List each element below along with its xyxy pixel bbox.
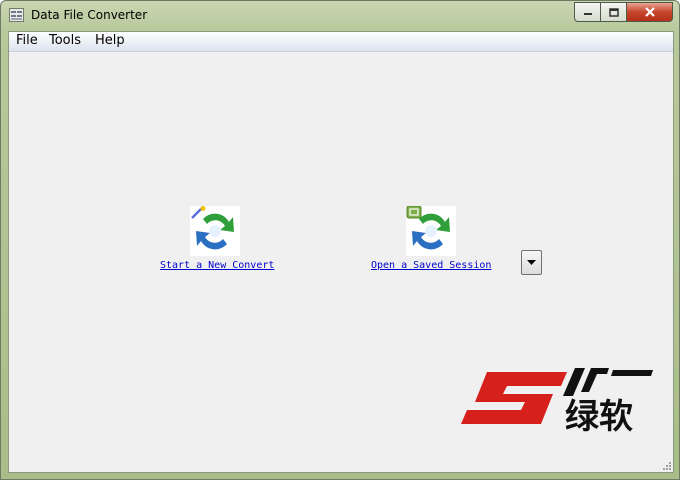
window-title: Data File Converter [31, 8, 148, 22]
menu-bar: File Tools Help [9, 32, 673, 52]
watermark-text: 绿软 [565, 397, 633, 434]
triangle-down-icon [527, 259, 536, 265]
client-area: File Tools Help Start a New Convert Open… [8, 31, 674, 473]
menu-tools[interactable]: Tools [46, 33, 84, 48]
menu-help[interactable]: Help [92, 33, 128, 48]
status-bar [9, 456, 673, 472]
session-dropdown-button[interactable] [521, 250, 542, 275]
minimize-icon [583, 13, 592, 15]
title-bar[interactable]: Data File Converter [1, 1, 679, 31]
close-icon [644, 7, 655, 17]
convert-new-icon[interactable] [190, 206, 240, 256]
convert-open-icon[interactable] [406, 206, 456, 256]
app-icon [9, 8, 24, 22]
app-window: Data File Converter File Tools Help Star… [0, 0, 680, 480]
maximize-icon [608, 7, 619, 17]
window-controls [574, 2, 673, 22]
start-new-convert-link[interactable]: Start a New Convert [160, 260, 274, 271]
maximize-button[interactable] [601, 2, 627, 22]
open-saved-session-link[interactable]: Open a Saved Session [371, 260, 491, 271]
watermark-logo: 绿软 [461, 368, 653, 434]
menu-file[interactable]: File [13, 33, 41, 48]
resize-grip-icon[interactable] [660, 459, 672, 471]
close-button[interactable] [627, 2, 673, 22]
minimize-button[interactable] [574, 2, 601, 22]
